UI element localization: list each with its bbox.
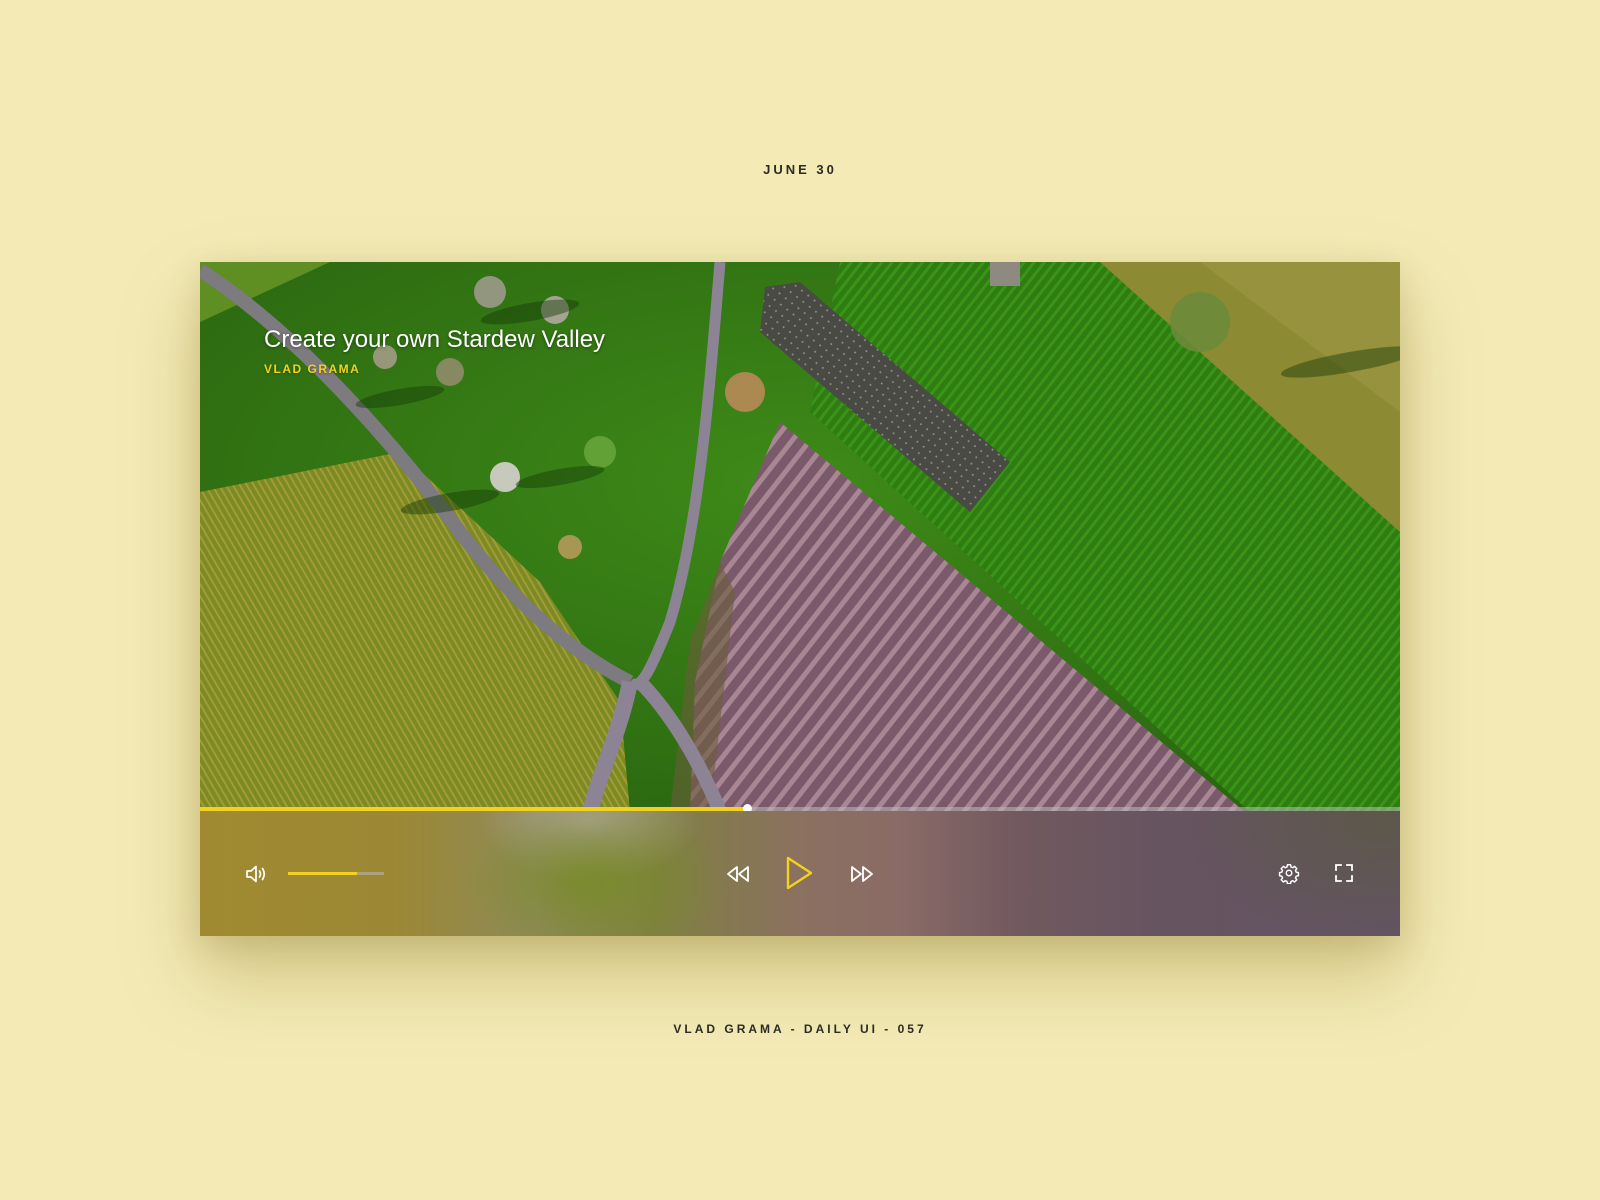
fullscreen-icon[interactable] (1333, 862, 1355, 884)
gear-icon[interactable] (1278, 862, 1300, 884)
video-frame[interactable]: Create your own Stardew Valley VLAD GRAM… (200, 262, 1400, 812)
volume-slider[interactable] (288, 872, 384, 875)
date-label: JUNE 30 (763, 162, 837, 177)
rewind-icon[interactable] (724, 861, 752, 887)
video-info: Create your own Stardew Valley VLAD GRAM… (264, 326, 605, 376)
volume-icon[interactable] (244, 861, 270, 887)
control-bar (200, 811, 1400, 936)
fast-forward-icon[interactable] (848, 861, 876, 887)
video-player: Create your own Stardew Valley VLAD GRAM… (200, 262, 1400, 936)
play-icon[interactable] (784, 855, 814, 891)
video-author[interactable]: VLAD GRAMA (264, 362, 605, 376)
video-title: Create your own Stardew Valley (264, 326, 606, 353)
volume-level (288, 872, 358, 875)
footer-credit: VLAD GRAMA - DAILY UI - 057 (673, 1022, 927, 1036)
